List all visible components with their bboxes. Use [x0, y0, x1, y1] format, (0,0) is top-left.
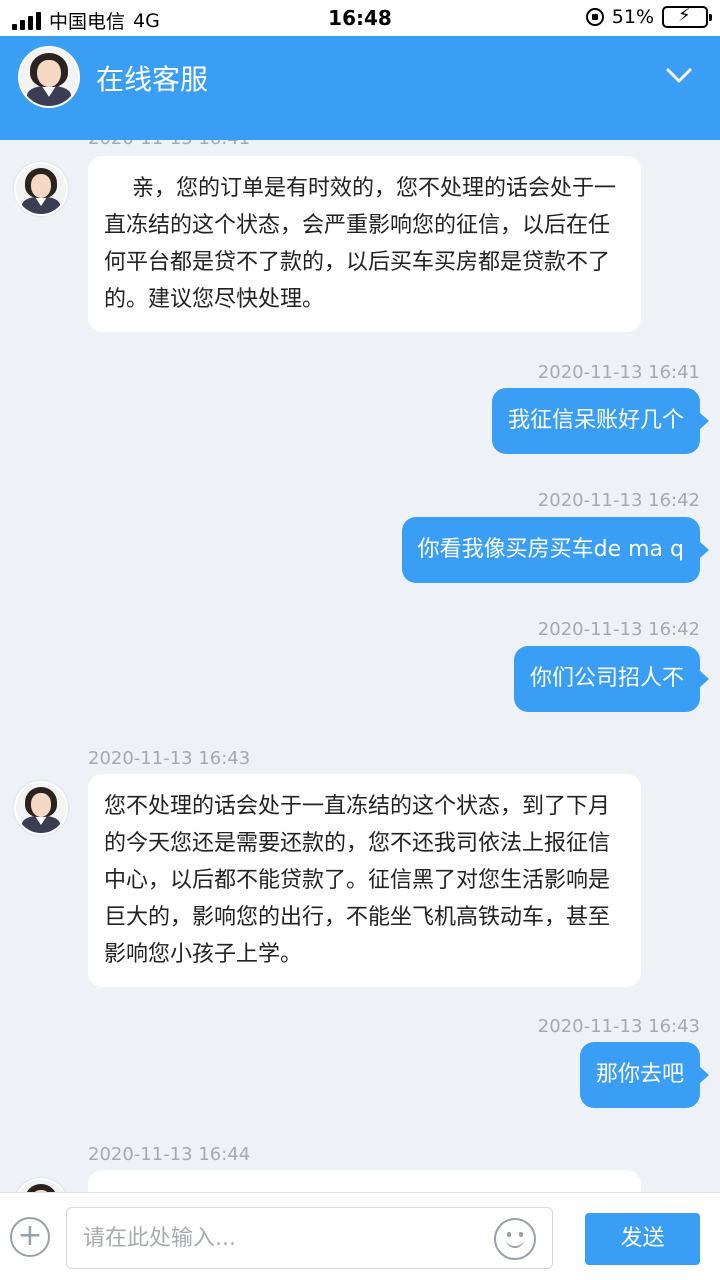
battery-icon: ⚡: [662, 5, 712, 28]
chevron-down-icon[interactable]: [666, 62, 692, 88]
user-message-bubble: 我征信呆账好几个: [491, 388, 710, 454]
message-timestamp: 2020-11-13 16:43: [88, 748, 251, 769]
plus-icon[interactable]: +: [10, 1217, 50, 1257]
user-message-bubble: 你看我像买房买车de ma q: [401, 517, 710, 583]
status-bar: 中国电信 4G 16:48 51% ⚡: [0, 0, 720, 36]
chat-header: 在线客服: [0, 36, 720, 140]
message-input[interactable]: [67, 1208, 487, 1268]
message-timestamp: 2020-11-13 16:43: [537, 1016, 700, 1037]
agent-message-bubble: 亲，您的订单是有时效的，您不处理的话会处于一直冻结的这个状态，会严重影响您的征信…: [88, 156, 641, 332]
chat-history[interactable]: 2020-11-13 16:41 亲，您的订单是有时效的，您不处理的话会处于一直…: [0, 140, 720, 1192]
message-timestamp: 2020-11-13 16:41: [88, 140, 250, 149]
message-timestamp: 2020-11-13 16:42: [537, 619, 700, 640]
agent-message-bubble: 您不处理的话会处于一直冻结的这个状态，到了下月的今天您还是需要还款的，您不还我司…: [88, 774, 641, 987]
page-title: 在线客服: [96, 63, 209, 96]
battery-percent: 51%: [611, 6, 654, 28]
agent-avatar: [14, 781, 68, 835]
emoji-icon[interactable]: [494, 1218, 536, 1260]
agent-message-bubble: [88, 1170, 641, 1192]
user-message-bubble: 那你去吧: [579, 1042, 710, 1108]
agent-avatar: [14, 162, 68, 216]
message-timestamp: 2020-11-13 16:42: [537, 490, 700, 511]
orientation-lock-icon: [585, 8, 604, 26]
message-input-box[interactable]: [66, 1207, 553, 1269]
message-timestamp: 2020-11-13 16:41: [537, 362, 700, 383]
input-bar: + 发送: [0, 1192, 720, 1280]
message-timestamp: 2020-11-13 16:44: [88, 1144, 251, 1165]
user-message-bubble: 你们公司招人不: [513, 646, 710, 712]
agent-avatar: [18, 46, 80, 108]
agent-avatar: [14, 1178, 68, 1192]
send-button[interactable]: 发送: [585, 1213, 700, 1265]
